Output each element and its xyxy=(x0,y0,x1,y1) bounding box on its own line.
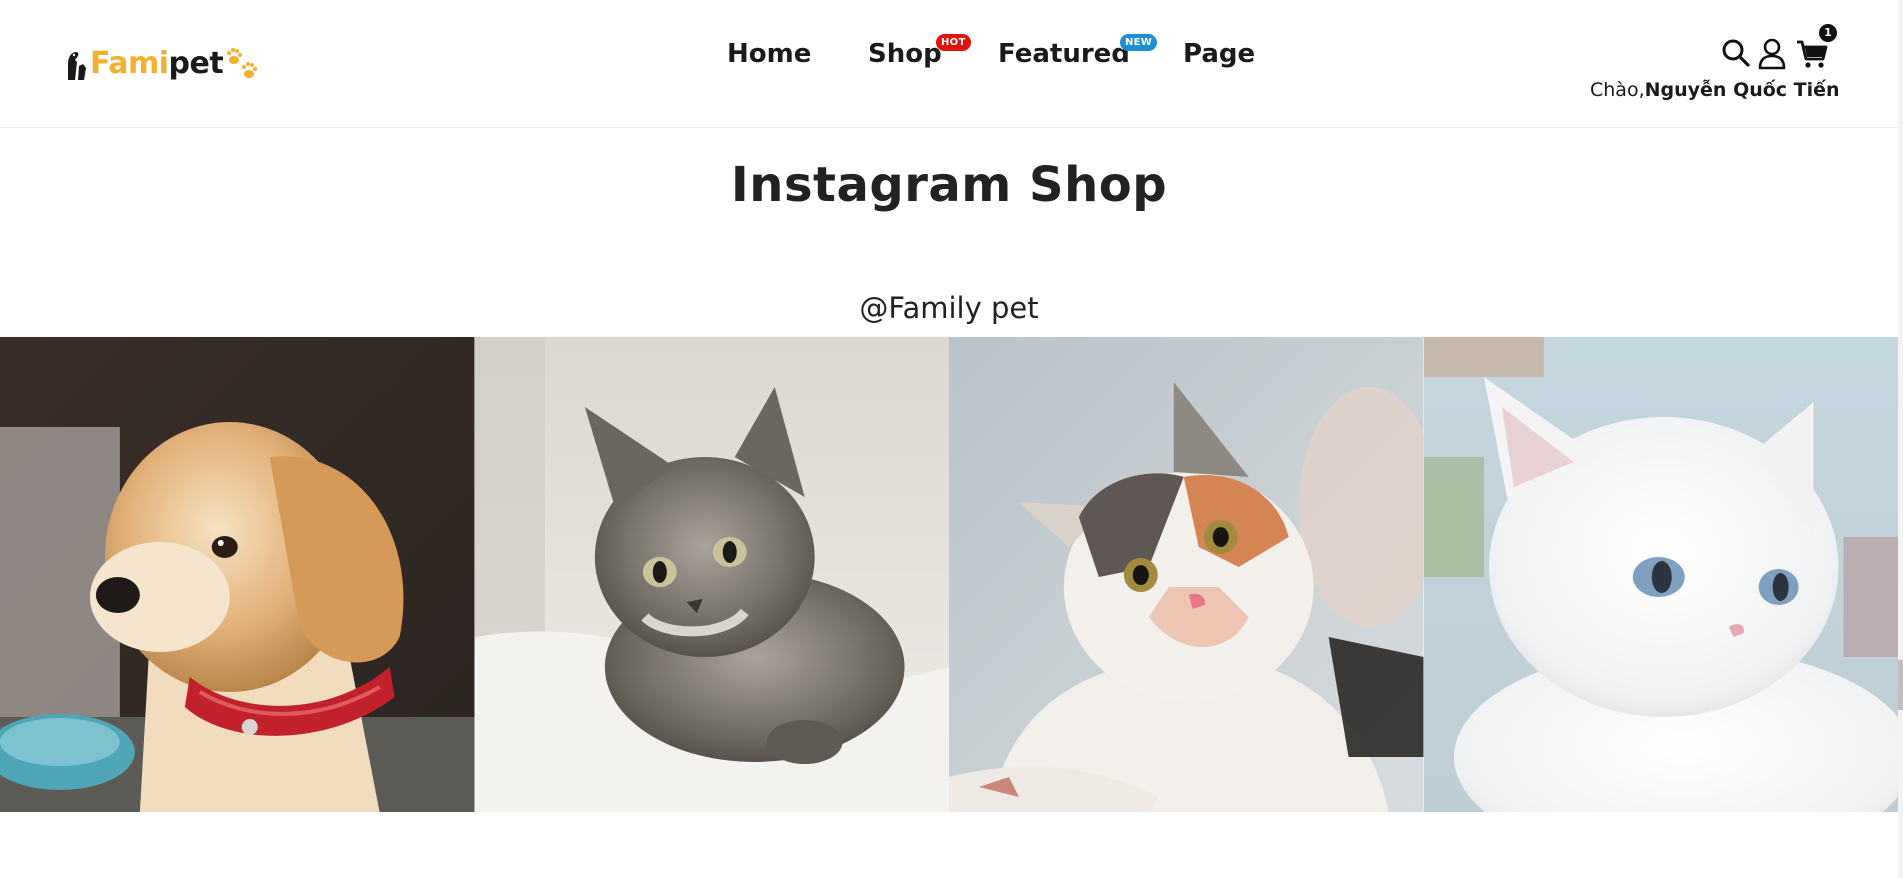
nav-featured[interactable]: Featured xyxy=(998,34,1130,74)
user-name[interactable]: Nguyễn Quốc Tiến xyxy=(1645,79,1840,101)
page-scrollbar[interactable] xyxy=(1898,0,1903,878)
section-title: Instagram Shop xyxy=(730,157,1168,213)
instagram-handle[interactable]: @Family pet xyxy=(0,288,1898,328)
user-icon[interactable] xyxy=(1756,36,1788,70)
paw-icon xyxy=(227,48,258,78)
calico-kitten-image xyxy=(949,337,1424,812)
new-badge: NEW xyxy=(1120,34,1158,51)
greeting-prefix: Chào, xyxy=(1590,79,1645,101)
user-greeting: Chào,Nguyễn Quốc Tiến xyxy=(1590,78,1840,102)
logo-text: Famipet xyxy=(90,46,224,81)
puppy-image xyxy=(0,337,475,812)
pet-silhouette-icon xyxy=(68,52,86,80)
instagram-gallery xyxy=(0,337,1898,812)
nav-shop[interactable]: Shop xyxy=(868,34,942,74)
header-actions: 1 xyxy=(1720,24,1840,72)
scrollbar-thumb[interactable] xyxy=(1898,660,1903,710)
white-kitten-image xyxy=(1423,337,1898,812)
instagram-photo-puppy[interactable] xyxy=(0,337,475,812)
search-icon[interactable] xyxy=(1720,36,1752,70)
site-header: Famipet Home Shop Featured Page HOT NEW xyxy=(0,0,1898,128)
tabby-kitten-image xyxy=(474,337,949,812)
nav-page[interactable]: Page xyxy=(1183,34,1255,74)
nav-home[interactable]: Home xyxy=(727,34,811,74)
instagram-photo-tabby-kitten[interactable] xyxy=(474,337,949,812)
cart-count-badge: 1 xyxy=(1819,24,1837,42)
site-logo[interactable]: Famipet xyxy=(62,44,259,84)
instagram-photo-calico-kitten[interactable] xyxy=(949,337,1424,812)
hot-badge: HOT xyxy=(936,34,971,51)
instagram-photo-white-kitten[interactable] xyxy=(1423,337,1898,812)
